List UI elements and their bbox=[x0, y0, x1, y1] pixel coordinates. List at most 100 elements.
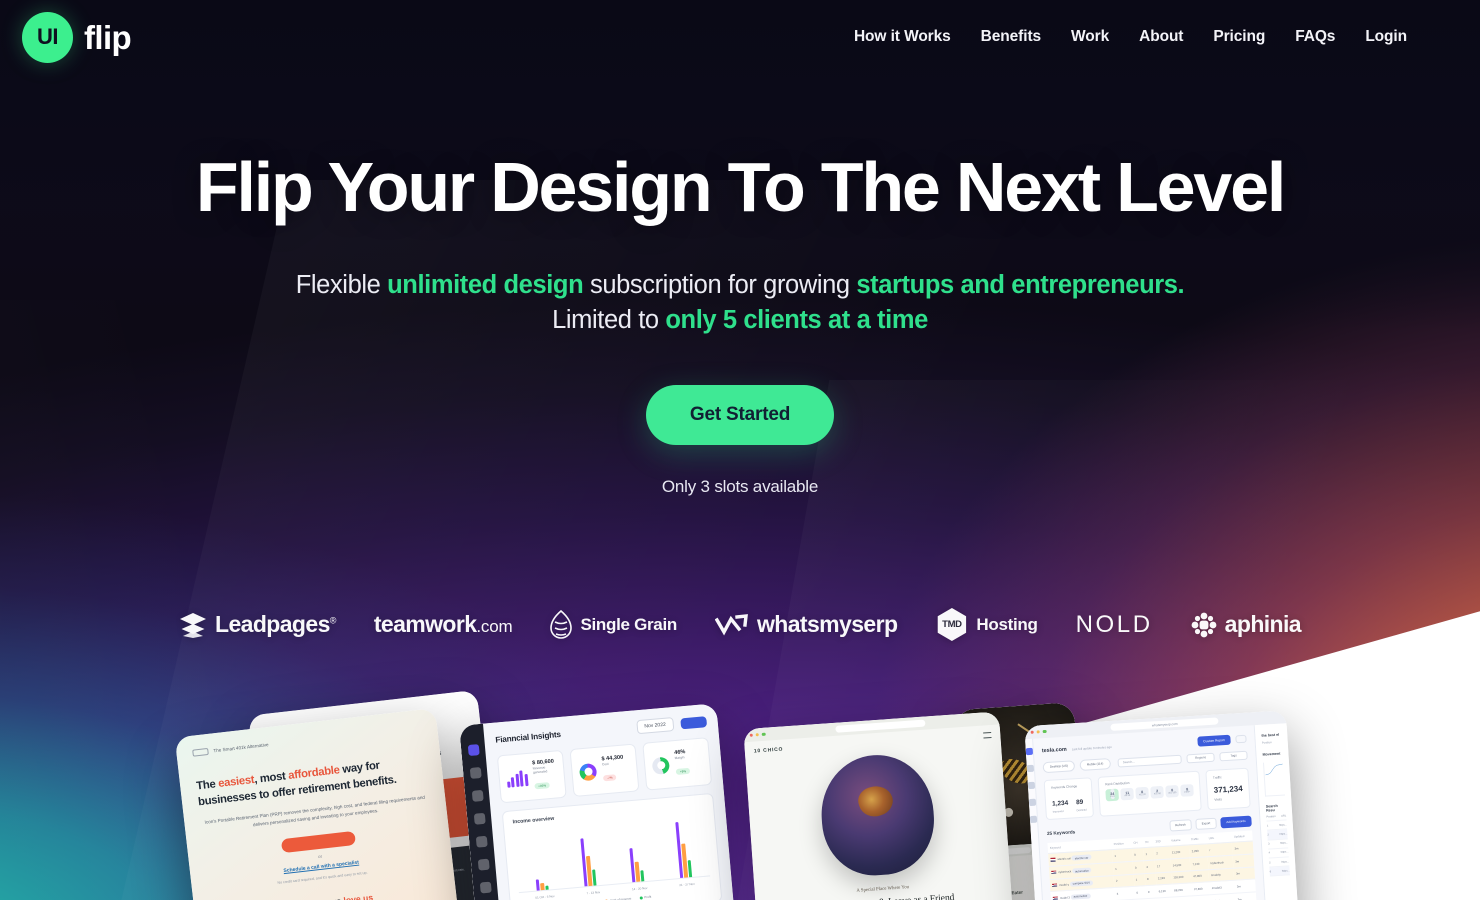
logo-whatsmyserp[interactable]: whatsmyserp bbox=[714, 611, 898, 638]
kpi-bars-icon bbox=[506, 769, 529, 788]
sidebar-icon-users[interactable] bbox=[473, 812, 486, 825]
sidebar-icon-keywords[interactable] bbox=[1026, 764, 1035, 773]
logo-teamwork[interactable]: teamwork.com bbox=[374, 611, 513, 638]
rank-bucket[interactable]: 2 #21-50 bbox=[1150, 785, 1165, 799]
brand-logo[interactable]: UI flip bbox=[22, 11, 132, 63]
flag-icon bbox=[1052, 896, 1059, 900]
nav-item-faqs[interactable]: FAQs bbox=[1280, 20, 1350, 54]
stat-improved-value: 1,234 bbox=[1051, 799, 1069, 808]
logo-tmd-hosting[interactable]: TMD Hosting bbox=[935, 608, 1038, 641]
sidebar-icon-settings[interactable] bbox=[1029, 815, 1038, 824]
traffic-light-max-icon[interactable] bbox=[1042, 729, 1047, 734]
traffic-light-max-icon[interactable] bbox=[761, 732, 766, 737]
sidebar-icon-dashboard[interactable] bbox=[1025, 747, 1034, 756]
sidebar-icon-reports[interactable] bbox=[1027, 781, 1036, 790]
search-input[interactable]: Search... bbox=[1117, 754, 1182, 768]
kpi-card-revenue: $ 80,600 Revenue generated +46% bbox=[496, 749, 567, 804]
custom-report-button[interactable]: Custom Report bbox=[1196, 734, 1231, 747]
showcase-card-1[interactable]: The Smart 401k Alternative The easiest, … bbox=[174, 707, 464, 900]
side-result-row[interactable]: 6 https... bbox=[1269, 866, 1290, 877]
movement-sparkline bbox=[1263, 761, 1286, 797]
showcase-card-2[interactable]: Fianncial Insights Nov 2022 $ 80,600 Rev… bbox=[459, 703, 739, 900]
sidebar-icon-mail[interactable] bbox=[471, 789, 484, 802]
card2-month-selector[interactable]: Nov 2022 bbox=[635, 717, 675, 735]
table-actions: Refresh Export Add Keywords bbox=[1168, 815, 1252, 832]
traffic-light-min-icon[interactable] bbox=[1036, 730, 1041, 734]
food-plate bbox=[854, 781, 897, 821]
sidebar-icon-search[interactable] bbox=[469, 767, 482, 779]
filter-tag-mobile[interactable]: Mobile (114) bbox=[1079, 758, 1111, 771]
bar-group bbox=[674, 821, 693, 879]
press-outlet: Eater bbox=[1011, 889, 1024, 896]
filter-tag-desktop[interactable]: Desktop (US) bbox=[1042, 760, 1076, 773]
traffic-light-min-icon[interactable] bbox=[755, 733, 760, 737]
nav-item-benefits[interactable]: Benefits bbox=[966, 20, 1056, 54]
hero-food-orb bbox=[817, 751, 938, 879]
trend-arrow-icon bbox=[714, 613, 749, 637]
hamburger-menu-icon[interactable] bbox=[983, 731, 992, 739]
filter-tags-select[interactable]: Tags bbox=[1219, 750, 1248, 762]
card1-nav-hint: The Smart 401k Alternative bbox=[213, 742, 269, 754]
logo-nold[interactable]: NOLD bbox=[1076, 611, 1153, 639]
card2-title: Fianncial Insights bbox=[495, 729, 562, 745]
add-keywords-button[interactable]: Add Keywords bbox=[1219, 815, 1252, 829]
hexagon-badge-icon: TMD bbox=[937, 608, 967, 641]
logo-aphinia[interactable]: aphinia bbox=[1191, 611, 1302, 638]
slots-available-label: Only 3 slots available bbox=[661, 476, 819, 496]
rank-bucket[interactable]: 24 #1-3 bbox=[1105, 788, 1120, 802]
sidebar-icon-reports[interactable] bbox=[477, 858, 490, 871]
rank-bucket[interactable]: 8 #51-100 bbox=[1165, 784, 1180, 798]
sidebar-icon-folder[interactable] bbox=[475, 835, 488, 848]
hero-sub-line-2: Limited to only 5 clients at a time bbox=[0, 303, 1480, 338]
card2-action-button[interactable] bbox=[680, 715, 708, 729]
kpi-label: Margin bbox=[674, 755, 685, 761]
refresh-button[interactable]: Refresh bbox=[1168, 818, 1193, 832]
logo-single-grain[interactable]: Single Grain bbox=[550, 609, 677, 640]
col-ch[interactable]: CH bbox=[1131, 836, 1144, 848]
stat-declined-caption: Declined bbox=[1076, 808, 1087, 812]
main-navigation: How it Works Benefits Work About Pricing… bbox=[839, 20, 1422, 54]
hero-sub-highlight-2: startups and entrepreneurs. bbox=[856, 271, 1185, 300]
side-subtitle: Position bbox=[1261, 740, 1272, 745]
showcase-card-4[interactable]: whatsmyserp.com tesla.com Last full upda… bbox=[1024, 710, 1302, 900]
logo-leadpages[interactable]: Leadpages® bbox=[179, 611, 336, 638]
stat-label: Traffic bbox=[1212, 775, 1222, 780]
stat-values: 1,234 Improved 89 Declined bbox=[1051, 790, 1087, 814]
sidebar-icon-tools[interactable] bbox=[1028, 798, 1037, 807]
cta-container: Get Started bbox=[0, 384, 1480, 445]
hero-sub-part-3: Limited to bbox=[552, 306, 666, 335]
kpi-delta-badge: -7% bbox=[602, 774, 617, 782]
sidebar-icon-settings[interactable] bbox=[479, 881, 492, 894]
showcase-card-3[interactable]: 10 CHICO A Special Place Where You Come … bbox=[743, 711, 1017, 900]
legend-item: Profit bbox=[639, 895, 651, 900]
filter-regions-select[interactable]: Regions bbox=[1186, 752, 1215, 764]
stat-traffic-caption: Visits bbox=[1214, 797, 1222, 802]
rank-bucket[interactable]: 8 #11-20 bbox=[1135, 786, 1150, 800]
get-started-button[interactable]: Get Started bbox=[645, 384, 835, 445]
showcase-card-3-content: 10 CHICO A Special Place Where You Come … bbox=[743, 711, 1017, 900]
card2-bar-chart bbox=[513, 814, 711, 894]
nav-item-how-it-works[interactable]: How it Works bbox=[839, 20, 966, 54]
showcase-card-2-content: Fianncial Insights Nov 2022 $ 80,600 Rev… bbox=[459, 703, 739, 900]
nav-item-login[interactable]: Login bbox=[1350, 20, 1422, 54]
rank-bucket[interactable]: 11 #4-10 bbox=[1120, 787, 1135, 801]
nav-item-work[interactable]: Work bbox=[1056, 20, 1124, 54]
card1-primary-button[interactable] bbox=[280, 831, 357, 854]
traffic-light-close-icon[interactable] bbox=[1030, 730, 1034, 734]
logo-aphinia-text: aphinia bbox=[1224, 611, 1302, 637]
export-button[interactable]: Export bbox=[1195, 817, 1217, 830]
traffic-light-close-icon[interactable] bbox=[749, 733, 754, 737]
client-logo-strip: Leadpages® teamwork.com Single Grain wha… bbox=[0, 608, 1480, 641]
sidebar-icon-home[interactable] bbox=[467, 744, 480, 757]
table-title: 25 Keywords bbox=[1046, 829, 1076, 836]
flag-icon bbox=[1051, 870, 1057, 875]
card3-brand: 10 CHICO bbox=[753, 746, 784, 755]
col-7d[interactable]: 7D bbox=[1142, 836, 1154, 848]
grain-seed-icon bbox=[550, 609, 573, 640]
rank-bucket[interactable]: 8 #100+ bbox=[1180, 783, 1195, 797]
nav-item-pricing[interactable]: Pricing bbox=[1198, 20, 1280, 54]
more-options-icon[interactable] bbox=[1235, 734, 1247, 744]
stat-rank-distribution: Rank Distribution 24 #1-3 11 #4-10 8 #11-20… bbox=[1097, 770, 1202, 817]
nav-item-about[interactable]: About bbox=[1124, 20, 1198, 54]
kpi-donut-icon bbox=[651, 756, 670, 775]
